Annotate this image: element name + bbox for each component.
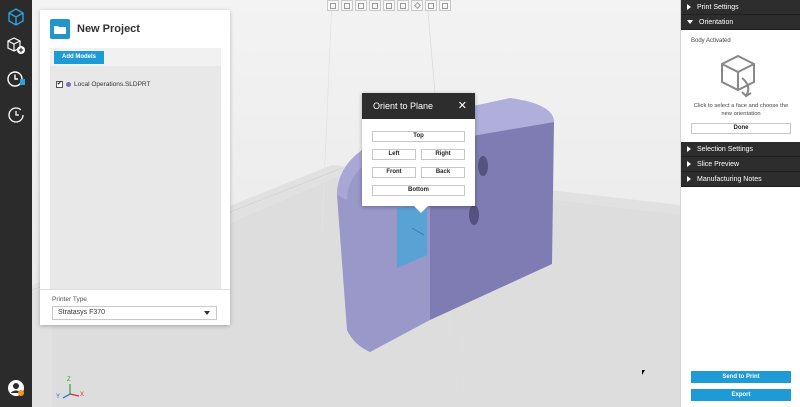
chevron-right-icon [687, 176, 691, 182]
done-button[interactable]: Done [691, 123, 791, 134]
add-models-button[interactable]: Add Models [54, 51, 104, 64]
orient-dialog-header: Orient to Plane ✕ [362, 93, 475, 119]
chevron-right-icon [687, 146, 691, 152]
printer-section: Printer Type Stratasys F370 [40, 289, 230, 325]
dialog-pointer [414, 206, 428, 213]
folder-icon [50, 19, 70, 39]
view-front-icon[interactable] [327, 0, 339, 11]
add-model-icon[interactable] [4, 34, 28, 58]
model-checkbox[interactable]: ✔ [56, 81, 63, 88]
printer-type-value: Stratasys F370 [58, 309, 106, 316]
manufacturing-notes-header[interactable]: Manufacturing Notes [681, 172, 800, 187]
print-settings-header[interactable]: Print Settings [681, 0, 800, 15]
orientation-panel: Body Activated Click to select a face an… [681, 30, 800, 142]
mouse-cursor-icon [642, 370, 645, 375]
view-fit-icon[interactable] [425, 0, 437, 11]
view-zoom-icon[interactable] [439, 0, 451, 11]
history-icon[interactable] [4, 103, 28, 127]
axis-z-label: Z [67, 377, 71, 383]
axis-y-label: Y [56, 394, 61, 400]
clock-badge-icon[interactable] [4, 67, 28, 91]
body-activated-label: Body Activated [691, 38, 731, 44]
selection-settings-header[interactable]: Selection Settings [681, 142, 800, 157]
orient-back-button[interactable]: Back [421, 167, 465, 178]
view-bottom-icon[interactable] [397, 0, 409, 11]
orientation-cube-icon [718, 52, 764, 102]
slice-preview-header[interactable]: Slice Preview [681, 157, 800, 172]
close-icon[interactable]: ✕ [458, 100, 467, 112]
view-toolbar [327, 0, 451, 12]
chevron-down-icon [204, 311, 210, 315]
view-iso-icon[interactable] [411, 0, 423, 11]
orient-to-plane-dialog: Orient to Plane ✕ Top Left Right Front B… [362, 93, 475, 213]
model-list-item[interactable]: ✔ Local Operations.SLDPRT [56, 81, 150, 88]
cube-icon[interactable] [4, 5, 28, 29]
orientation-header[interactable]: Orientation [681, 15, 800, 30]
part-hole-1 [478, 156, 488, 176]
view-top-icon[interactable] [383, 0, 395, 11]
project-header: New Project [40, 10, 230, 48]
printer-type-select[interactable]: Stratasys F370 [52, 306, 217, 320]
chevron-down-icon [687, 20, 693, 24]
printer-type-label: Printer Type [52, 296, 87, 303]
orient-front-button[interactable]: Front [372, 167, 416, 178]
orient-left-button[interactable]: Left [372, 149, 416, 160]
orient-right-button[interactable]: Right [421, 149, 465, 160]
user-avatar-icon[interactable] [4, 376, 28, 400]
part-icon [66, 82, 71, 87]
right-sidebar: Print Settings Orientation Body Activate… [680, 0, 800, 407]
left-rail [0, 0, 32, 407]
orient-top-button[interactable]: Top [372, 131, 465, 142]
orientation-hint: Click to select a face and choose the ne… [693, 103, 789, 117]
models-list: Add Models ✔ Local Operations.SLDPRT [50, 48, 221, 289]
export-button[interactable]: Export [691, 389, 791, 401]
view-right-icon[interactable] [369, 0, 381, 11]
view-back-icon[interactable] [341, 0, 353, 11]
chevron-right-icon [687, 161, 691, 167]
model-name: Local Operations.SLDPRT [74, 81, 151, 88]
send-to-print-button[interactable]: Send to Print [691, 371, 791, 383]
axis-x-label: X [80, 392, 85, 398]
project-panel: New Project Add Models ✔ Local Operation… [40, 10, 230, 325]
chevron-right-icon [687, 4, 691, 10]
orient-dialog-title: Orient to Plane [373, 101, 434, 111]
orient-bottom-button[interactable]: Bottom [372, 185, 465, 196]
part-hole-2 [469, 205, 479, 225]
models-toolbar: Add Models [50, 48, 221, 66]
project-title: New Project [77, 23, 140, 35]
view-left-icon[interactable] [355, 0, 367, 11]
